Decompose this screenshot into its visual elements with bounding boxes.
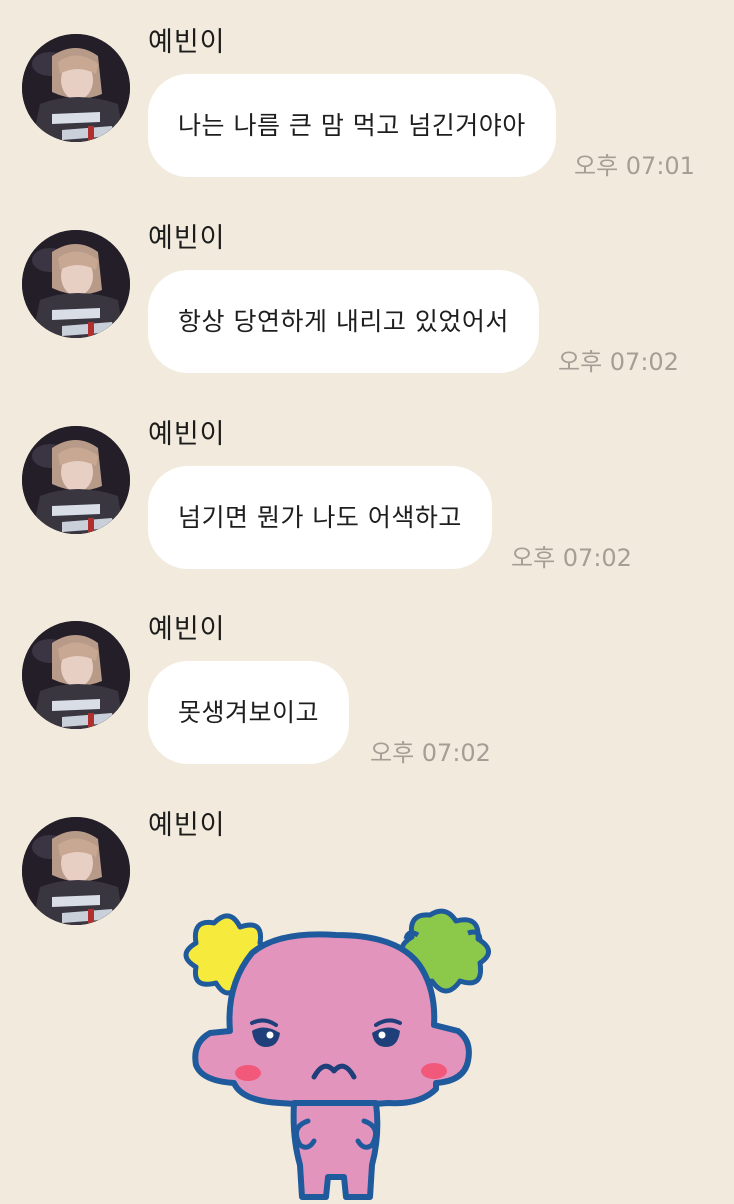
sender-name: 예빈이 xyxy=(148,614,226,645)
avatar[interactable] xyxy=(22,230,130,338)
sticker-image[interactable] xyxy=(168,905,498,1200)
message-time: 오후 07:01 xyxy=(574,152,695,180)
message-bubble[interactable]: 나는 나름 큰 맘 먹고 넘긴거야아 xyxy=(148,74,556,177)
message-bubble[interactable]: 넘기면 뭔가 나도 어색하고 xyxy=(148,466,492,569)
avatar[interactable] xyxy=(22,426,130,534)
avatar[interactable] xyxy=(22,34,130,142)
avatar[interactable] xyxy=(22,621,130,729)
sender-name: 예빈이 xyxy=(148,810,226,841)
chat-thread[interactable]: 예빈이 나는 나름 큰 맘 먹고 넘긴거야아 오후 07:01 예빈이 항상 당… xyxy=(0,0,734,1200)
message-time: 오후 07:02 xyxy=(511,544,632,572)
message-bubble[interactable]: 항상 당연하게 내리고 있었어서 xyxy=(148,270,539,373)
avatar[interactable] xyxy=(22,817,130,925)
sender-name: 예빈이 xyxy=(148,419,226,450)
sender-name: 예빈이 xyxy=(148,27,226,58)
message-bubble[interactable]: 못생겨보이고 xyxy=(148,661,350,764)
message-time: 오후 07:02 xyxy=(558,348,679,376)
sender-name: 예빈이 xyxy=(148,223,226,254)
message-time: 오후 07:02 xyxy=(370,739,491,767)
